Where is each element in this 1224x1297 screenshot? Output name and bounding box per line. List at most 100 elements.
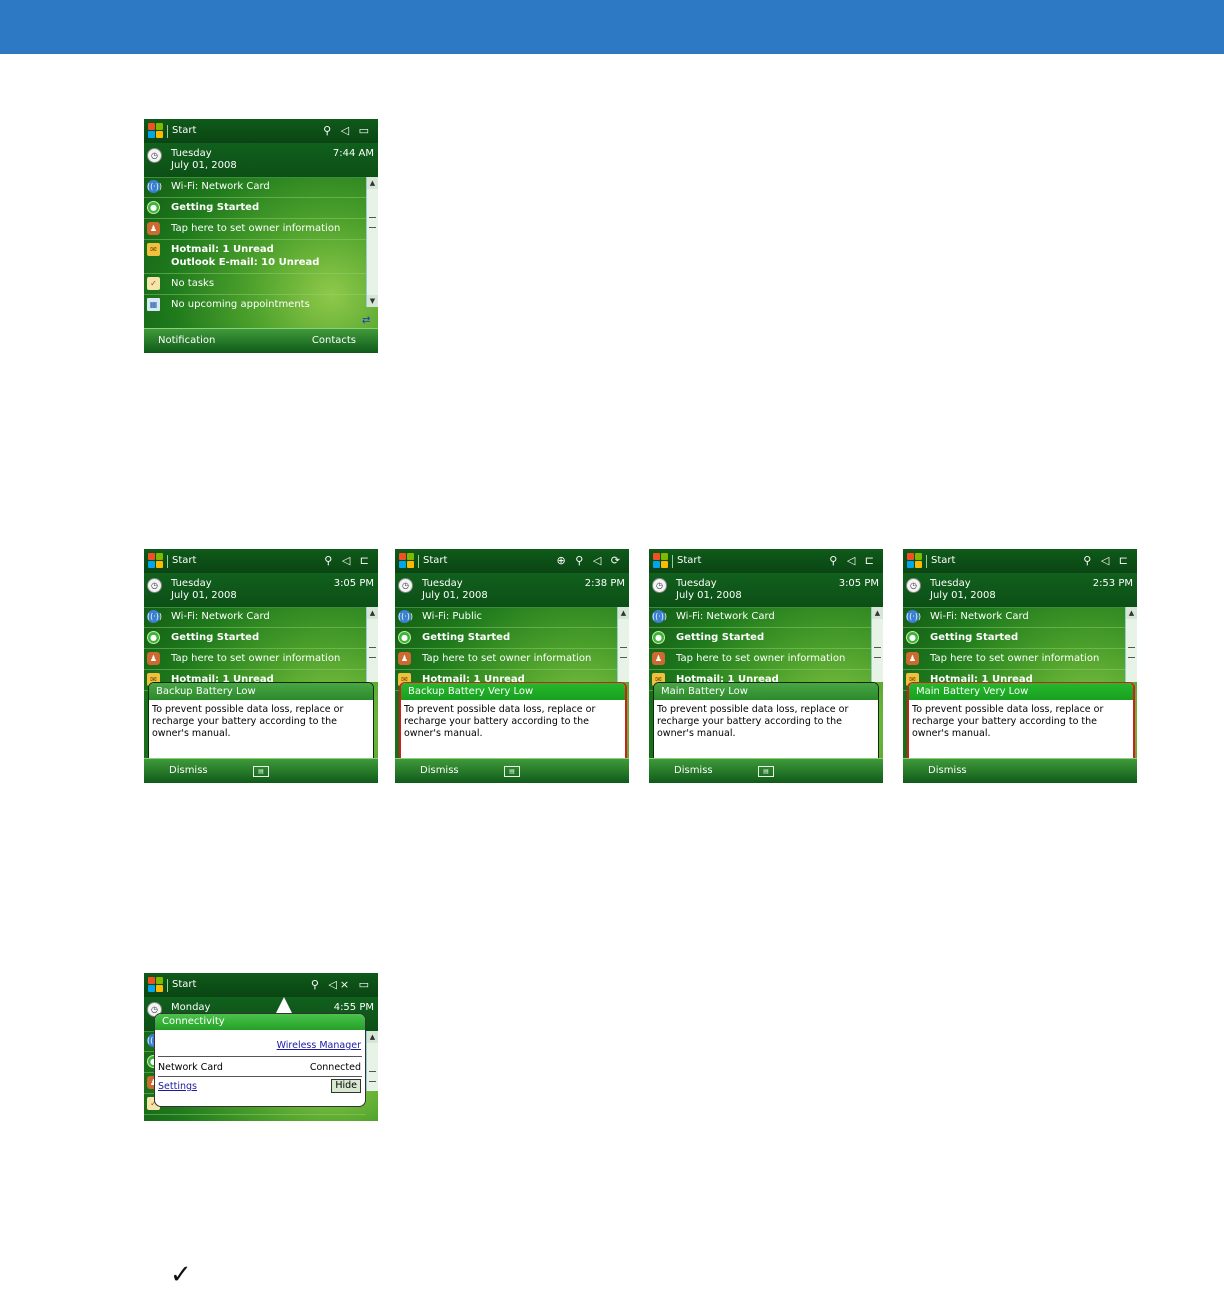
start-label[interactable]: Start: [931, 555, 955, 566]
date-full: July 01, 2008: [422, 590, 488, 601]
windows-start-icon[interactable]: [399, 553, 415, 569]
keyboard-icon[interactable]: ▤: [504, 766, 520, 777]
list-item[interactable]: ● Getting Started: [395, 628, 617, 649]
list-item[interactable]: ♟ Tap here to set owner information: [903, 649, 1125, 670]
status-icons[interactable]: ⊕ ⚲ ◁ ⟳: [557, 554, 623, 567]
title-bar: Start ⊕ ⚲ ◁ ⟳: [395, 549, 629, 574]
keyboard-icon[interactable]: ▤: [253, 766, 269, 777]
start-label[interactable]: Start: [172, 555, 196, 566]
owner-icon: ♟: [906, 652, 919, 665]
scrollbar[interactable]: ▲: [366, 1031, 378, 1091]
windows-start-icon[interactable]: [148, 553, 164, 569]
scrollbar[interactable]: ▲: [1125, 607, 1137, 682]
start-label[interactable]: Start: [423, 555, 447, 566]
list-item[interactable]: ((·)) Wi-Fi: Network Card: [649, 607, 871, 628]
scroll-thumb[interactable]: [369, 217, 376, 228]
scrollbar[interactable]: ▲: [366, 607, 378, 682]
status-icons[interactable]: ⚲ ◁ ⊏: [324, 554, 372, 567]
windows-start-icon[interactable]: [148, 123, 164, 139]
activesync-icon[interactable]: ⇄: [362, 315, 376, 327]
notification-popup: Backup Battery Very Low To prevent possi…: [399, 682, 627, 765]
scrollbar[interactable]: ▲: [617, 607, 629, 682]
date-bar[interactable]: ◷ Tuesday July 01, 2008 3:05 PM: [144, 573, 378, 608]
date-day: Tuesday: [930, 578, 971, 589]
date-full: July 01, 2008: [676, 590, 742, 601]
scroll-up-icon[interactable]: ▲: [872, 607, 883, 619]
list-item[interactable]: ♟ Tap here to set owner information: [144, 649, 366, 670]
list-item[interactable]: ♟ Tap here to set owner information: [395, 649, 617, 670]
contacts-softkey[interactable]: Contacts: [312, 335, 356, 346]
list-item[interactable]: ((·)) Wi-Fi: Public: [395, 607, 617, 628]
list-item[interactable]: ▦ No upcoming appointments: [144, 295, 366, 315]
status-icons[interactable]: ⚲ ◁ ▭: [323, 124, 372, 137]
date-day: Tuesday: [171, 148, 212, 159]
title-separator: [418, 555, 419, 568]
hide-button[interactable]: Hide: [331, 1079, 361, 1093]
clock-time: 3:05 PM: [838, 578, 879, 589]
list-item[interactable]: ● Getting Started: [144, 198, 366, 219]
date-bar[interactable]: ◷ Tuesday July 01, 2008 3:05 PM: [649, 573, 883, 608]
soft-key-bar: Dismiss ▤: [649, 758, 883, 783]
date-bar[interactable]: ◷ Tuesday July 01, 2008 2:53 PM: [903, 573, 1137, 608]
popup-title: Main Battery Low: [654, 683, 878, 700]
title-bar: Start ⚲ ◁ ⊏: [903, 549, 1137, 574]
start-label[interactable]: Start: [172, 979, 196, 990]
list-item[interactable]: ((·)) Wi-Fi: Network Card: [144, 607, 366, 628]
scroll-thumb[interactable]: [369, 647, 376, 658]
owner-icon: ♟: [398, 652, 411, 665]
scroll-thumb[interactable]: [1128, 647, 1135, 658]
windows-start-icon[interactable]: [653, 553, 669, 569]
owner-icon: ♟: [652, 652, 665, 665]
list-item[interactable]: ● Getting Started: [649, 628, 871, 649]
wireless-manager-link[interactable]: Wireless Manager: [277, 1040, 361, 1051]
dismiss-softkey[interactable]: Dismiss: [420, 765, 459, 776]
scroll-thumb[interactable]: [620, 647, 627, 658]
list-item[interactable]: ♟ Tap here to set owner information: [649, 649, 871, 670]
date-bar[interactable]: ◷ Tuesday July 01, 2008 2:38 PM: [395, 573, 629, 608]
header-band: [0, 0, 1224, 54]
scroll-up-icon[interactable]: ▲: [367, 177, 378, 189]
status-icons[interactable]: ⚲ ◁ ⊏: [829, 554, 877, 567]
list-item[interactable]: ((·)) Wi-Fi: Network Card: [903, 607, 1125, 628]
connectivity-screen: Start ⚲ ◁× ▭ ◷ Monday 4:55 PM ((·)) ● ♟ …: [144, 973, 378, 1121]
popup-message: To prevent possible data loss, replace o…: [152, 704, 344, 739]
list-item[interactable]: ● Getting Started: [144, 628, 366, 649]
popup-message: To prevent possible data loss, replace o…: [912, 704, 1104, 739]
dismiss-softkey[interactable]: Dismiss: [928, 765, 967, 776]
note-check-icon: ✓: [170, 1260, 192, 1290]
status-icons[interactable]: ⚲ ◁× ▭: [311, 978, 372, 991]
title-bar: Start ⚲ ◁ ▭: [144, 119, 378, 144]
tasks-icon: ✓: [147, 277, 160, 290]
windows-start-icon[interactable]: [907, 553, 923, 569]
start-label[interactable]: Start: [172, 125, 196, 136]
scroll-thumb[interactable]: [369, 1071, 376, 1082]
keyboard-icon[interactable]: ▤: [758, 766, 774, 777]
dismiss-softkey[interactable]: Dismiss: [169, 765, 208, 776]
scroll-up-icon[interactable]: ▲: [1126, 607, 1137, 619]
popup-title: Backup Battery Very Low: [401, 683, 625, 700]
settings-link[interactable]: Settings: [158, 1081, 197, 1092]
dismiss-softkey[interactable]: Dismiss: [674, 765, 713, 776]
wifi-icon: ((·)): [398, 610, 414, 623]
popup-message: To prevent possible data loss, replace o…: [657, 704, 849, 739]
list-item[interactable]: ♟ Tap here to set owner information: [144, 219, 366, 240]
scrollbar[interactable]: ▲: [871, 607, 883, 682]
clock-time: 2:53 PM: [1092, 578, 1133, 589]
list-item[interactable]: ((·)) Wi-Fi: Network Card: [144, 177, 366, 198]
windows-start-icon[interactable]: [148, 977, 164, 993]
scroll-up-icon[interactable]: ▲: [367, 1031, 378, 1043]
date-bar[interactable]: ◷ Tuesday July 01, 2008 7:44 AM: [144, 143, 378, 178]
wifi-icon: ((·)): [906, 610, 922, 623]
scroll-up-icon[interactable]: ▲: [618, 607, 629, 619]
scroll-down-icon[interactable]: ▼: [367, 295, 378, 307]
list-item[interactable]: ● Getting Started: [903, 628, 1125, 649]
popup-message: To prevent possible data loss, replace o…: [404, 704, 596, 739]
notification-softkey[interactable]: Notification: [158, 335, 215, 346]
list-item[interactable]: ✉ Hotmail: 1 Unread Outlook E-mail: 10 Unr…: [144, 240, 366, 274]
scrollbar[interactable]: ▲ ▼: [366, 177, 378, 307]
scroll-up-icon[interactable]: ▲: [367, 607, 378, 619]
start-label[interactable]: Start: [677, 555, 701, 566]
scroll-thumb[interactable]: [874, 647, 881, 658]
list-item[interactable]: ✓ No tasks: [144, 274, 366, 295]
status-icons[interactable]: ⚲ ◁ ⊏: [1083, 554, 1131, 567]
